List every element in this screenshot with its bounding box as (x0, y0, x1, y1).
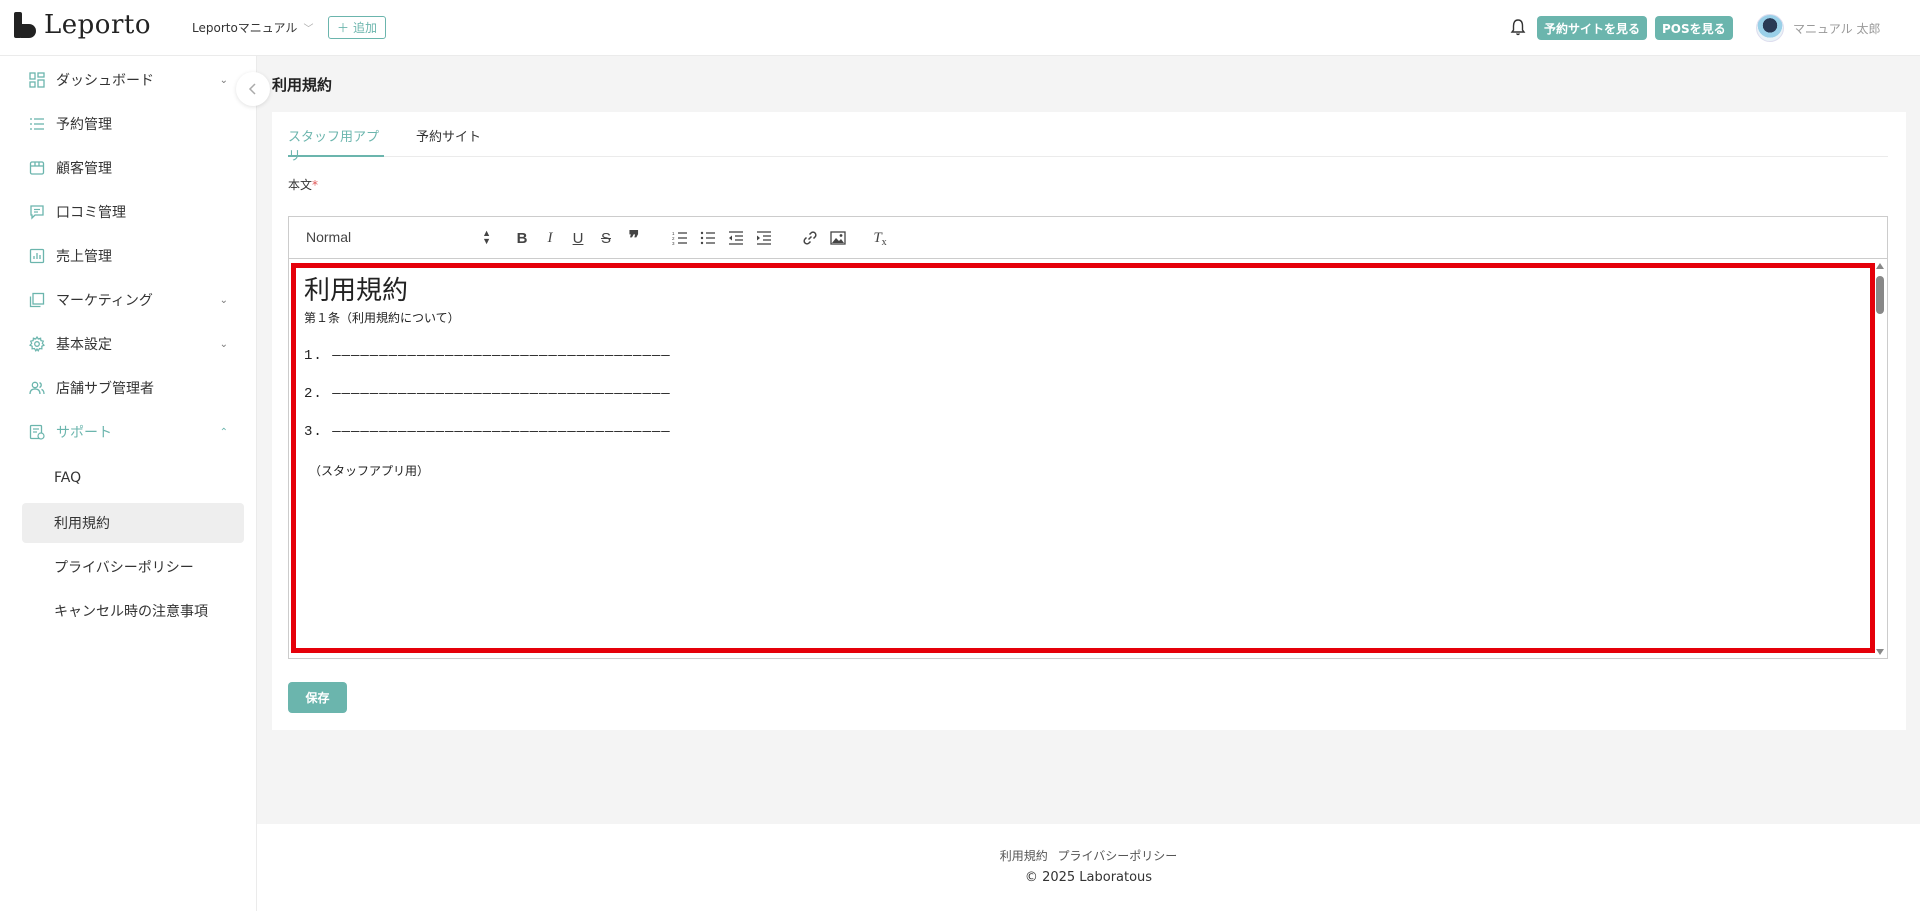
customer-icon (28, 159, 46, 177)
clear-format-icon[interactable]: Tx (870, 229, 890, 248)
chevron-up-icon: ⌃ (219, 426, 228, 438)
sidebar-item-label: 店舗サブ管理者 (56, 381, 154, 397)
footer: 利用規約 プライバシーポリシー © 2025 Laboratous (257, 824, 1920, 911)
sidebar-item-support[interactable]: サポート ⌃ (28, 420, 228, 444)
chevron-left-icon (248, 83, 256, 95)
image-icon[interactable] (828, 229, 848, 247)
article-title: 第１条（利用規約について） (304, 311, 460, 325)
sidebar-item-label: 顧客管理 (56, 161, 112, 177)
logo[interactable]: Leporto (14, 10, 151, 40)
tab-staff-app[interactable]: スタッフ用アプリ (288, 126, 384, 164)
plus-icon: ＋ (337, 21, 350, 35)
sidebar-subitem-faq[interactable]: FAQ (22, 458, 244, 498)
format-select-value: Normal (306, 229, 352, 245)
svg-text:3: 3 (672, 241, 675, 245)
format-select[interactable]: Normal ▲ ▼ (306, 228, 491, 246)
sidebar-item-label: 基本設定 (56, 337, 112, 353)
sidebar-item-sales[interactable]: 売上管理 (28, 244, 228, 268)
editor-note: （スタッフアプリ用） (309, 464, 430, 478)
top-header: Leporto Leportoマニュアル ﹀ ＋ 追加 予約サイトを見る POS… (0, 0, 1920, 56)
view-reservation-site-button[interactable]: 予約サイトを見る (1537, 16, 1648, 40)
footer-link-terms[interactable]: 利用規約 (1000, 849, 1048, 863)
logo-text: Leporto (44, 10, 151, 40)
indent-icon[interactable] (754, 229, 774, 247)
scroll-thumb[interactable] (1876, 276, 1884, 314)
sidebar-item-dashboard[interactable]: ダッシュボード ⌄ (28, 68, 228, 92)
term-line-1: 1. ———————————————————————————————————— (304, 348, 671, 364)
users-icon (28, 379, 46, 397)
sidebar-collapse-button[interactable] (236, 72, 270, 106)
sidebar-item-label: ダッシュボード (56, 73, 154, 89)
chevron-down-icon: ⌄ (219, 74, 228, 86)
outdent-icon[interactable] (726, 229, 746, 247)
editor-scrollbar[interactable] (1873, 260, 1887, 658)
sidebar-item-label: サポート (56, 425, 112, 441)
user-name[interactable]: マニュアル 太郎 (1793, 20, 1880, 37)
sidebar-subitem-privacy[interactable]: プライバシーポリシー (22, 547, 244, 587)
bell-icon[interactable] (1510, 18, 1526, 36)
scroll-down-icon[interactable] (1876, 649, 1884, 655)
sidebar-item-marketing[interactable]: マーケティング ⌄ (28, 288, 228, 312)
sidebar-item-settings[interactable]: 基本設定 ⌄ (28, 332, 228, 356)
store-select[interactable]: Leportoマニュアル ﹀ (192, 19, 313, 36)
sidebar-item-reviews[interactable]: 口コミ管理 (28, 200, 228, 224)
logo-mark-icon (14, 12, 38, 38)
copyright: © 2025 Laboratous (257, 870, 1920, 885)
page-title: 利用規約 (272, 76, 333, 94)
editor-toolbar: Normal ▲ ▼ B I U S ❞ 123 Tx (289, 217, 1887, 259)
chevron-down-icon: ﹀ (303, 24, 314, 35)
link-icon[interactable] (800, 229, 820, 247)
review-icon (28, 203, 46, 221)
support-icon (28, 423, 46, 441)
footer-link-privacy[interactable]: プライバシーポリシー (1058, 849, 1178, 863)
sidebar-item-sub-admins[interactable]: 店舗サブ管理者 (28, 376, 228, 400)
chevron-down-icon: ⌄ (219, 294, 228, 306)
italic-icon[interactable]: I (540, 229, 560, 247)
store-name: Leportoマニュアル (192, 21, 298, 35)
body-field-label: 本文* (288, 176, 318, 193)
sidebar-subitem-terms[interactable]: 利用規約 (22, 503, 244, 543)
dashboard-icon (28, 71, 46, 89)
select-arrows-icon: ▲ ▼ (482, 228, 491, 246)
tab-reservation-site[interactable]: 予約サイト (416, 126, 481, 157)
scroll-up-icon[interactable] (1876, 263, 1884, 269)
sales-chart-icon (28, 247, 46, 265)
content-card: スタッフ用アプリ 予約サイト 本文* Normal ▲ ▼ B I U S ❞ 1… (272, 112, 1906, 730)
blockquote-icon[interactable]: ❞ (624, 228, 644, 250)
sidebar-item-label: マーケティング (56, 293, 153, 309)
strikethrough-icon[interactable]: S (596, 229, 616, 247)
sidebar-subitem-cancel-notes[interactable]: キャンセル時の注意事項 (22, 591, 244, 631)
term-line-2: 2. ———————————————————————————————————— (304, 386, 671, 402)
view-pos-button[interactable]: POSを見る (1655, 16, 1733, 40)
sidebar-item-customers[interactable]: 顧客管理 (28, 156, 228, 180)
add-button-label: 追加 (353, 21, 378, 35)
footer-links: 利用規約 プライバシーポリシー (257, 847, 1920, 864)
rich-text-editor: Normal ▲ ▼ B I U S ❞ 123 Tx 利用規約 第１条（利用規約… (288, 216, 1888, 659)
bold-icon[interactable]: B (512, 229, 532, 247)
editor-heading: 利用規約 (304, 276, 409, 306)
editor-content[interactable]: 利用規約 第１条（利用規約について） 1. ——————————————————… (289, 260, 1887, 658)
marketing-icon (28, 291, 46, 309)
required-mark: * (312, 178, 319, 192)
avatar[interactable] (1756, 14, 1784, 42)
save-button[interactable]: 保存 (288, 682, 347, 713)
chevron-down-icon: ⌄ (219, 338, 228, 350)
list-icon (28, 115, 46, 133)
tab-bar: スタッフ用アプリ 予約サイト (288, 112, 1888, 164)
copyright-icon: © (1024, 870, 1038, 885)
underline-icon[interactable]: U (568, 229, 588, 247)
bullet-list-icon[interactable] (698, 229, 718, 247)
gear-icon (28, 335, 46, 353)
copyright-text: 2025 Laboratous (1042, 870, 1153, 885)
sidebar-item-label: 口コミ管理 (56, 205, 126, 221)
ordered-list-icon[interactable]: 123 (670, 229, 690, 247)
sidebar-item-label: 売上管理 (56, 249, 112, 265)
sidebar-item-reservations[interactable]: 予約管理 (28, 112, 228, 136)
add-button[interactable]: ＋ 追加 (328, 16, 387, 39)
field-label-text: 本文 (288, 178, 313, 192)
term-line-3: 3. ———————————————————————————————————— (304, 424, 671, 440)
sidebar-item-label: 予約管理 (56, 117, 112, 133)
sidebar: ダッシュボード ⌄ 予約管理 顧客管理 口コミ管理 売上管理 マーケティング ⌄… (0, 56, 257, 911)
